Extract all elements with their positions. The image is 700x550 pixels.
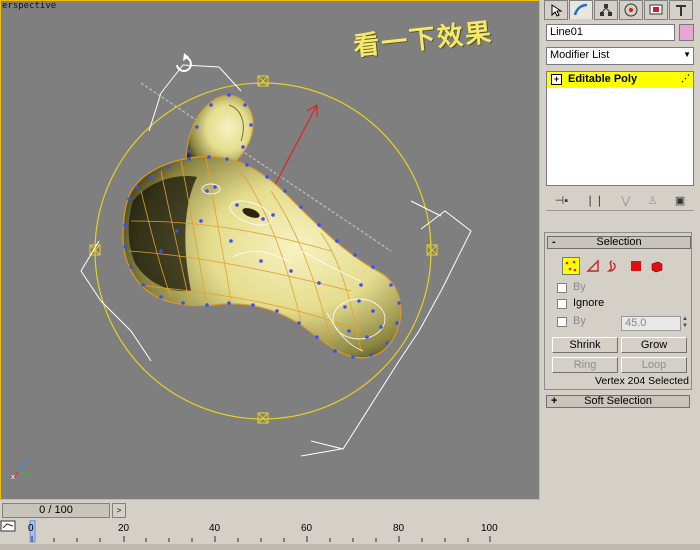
viewport-scene[interactable]: x (1, 1, 540, 500)
status-strip (0, 544, 700, 550)
mini-curve-editor-icon[interactable] (0, 520, 20, 534)
ignore-backfacing-label: Ignore (573, 297, 605, 309)
soft-selection-title: Soft Selection (584, 395, 652, 407)
by-vertex-checkbox[interactable] (557, 283, 567, 293)
svg-text:x: x (11, 473, 15, 481)
border-icon (606, 260, 616, 272)
track-bar[interactable]: 0 20 40 60 80 100 (24, 520, 540, 544)
tick-label: 0 (28, 523, 34, 534)
shrink-button[interactable]: Shrink (552, 337, 618, 353)
motion-icon (624, 3, 638, 17)
soft-selection-rollout-header[interactable]: + Soft Selection (546, 395, 690, 408)
grow-button[interactable]: Grow (621, 337, 687, 353)
chevron-down-icon: ▼ (683, 50, 691, 59)
hierarchy-tab[interactable] (594, 0, 618, 20)
object-color-swatch[interactable] (679, 24, 694, 41)
by-angle-checkbox[interactable] (557, 317, 567, 327)
modifier-list-label: Modifier List (550, 49, 610, 61)
selection-status: Vertex 204 Selected (595, 375, 689, 387)
tick-label: 40 (209, 523, 221, 534)
utilities-icon (676, 5, 686, 16)
show-end-result-icon[interactable]: ❘❘ (586, 194, 604, 207)
track-ruler (29, 520, 491, 543)
modify-tab[interactable] (569, 0, 593, 20)
configure-modifier-sets-icon[interactable]: ▣ (675, 194, 685, 207)
loop-button[interactable]: Loop (621, 357, 687, 373)
tick-label: 100 (481, 523, 498, 534)
polygon-icon (631, 261, 641, 271)
modifier-list-dropdown[interactable]: Modifier List ▼ (546, 47, 694, 65)
light-bulb-icon[interactable]: ⋰ (681, 73, 690, 84)
create-icon (551, 4, 563, 17)
expand-icon[interactable]: + (551, 73, 562, 85)
ring-button[interactable]: Ring (552, 357, 618, 373)
utilities-tab[interactable] (669, 0, 693, 20)
selection-rollout-header[interactable]: - Selection (547, 236, 691, 249)
rotate-cursor-icon (176, 53, 192, 72)
next-frame-button[interactable]: > (112, 503, 126, 518)
edge-icon (586, 259, 599, 272)
time-slider[interactable]: 0 / 100 (2, 503, 110, 518)
object-name-field[interactable]: Line01 (546, 24, 675, 41)
tick-label: 20 (118, 523, 130, 534)
stack-item-editable-poly[interactable]: + Editable Poly ⋰ (547, 72, 693, 88)
display-tab[interactable] (644, 0, 668, 20)
axis-tripod-icon: x (11, 458, 30, 481)
create-tab[interactable] (544, 0, 568, 20)
modify-icon (573, 3, 588, 16)
vertex-subobject-button[interactable] (562, 257, 580, 275)
by-angle-label: By (573, 315, 586, 327)
timeline: 0 / 100 > 0 20 40 60 80 100 (0, 500, 540, 550)
horse-head-model[interactable] (122, 93, 402, 359)
vertex-icon (565, 260, 577, 272)
by-vertex-label: By (573, 281, 586, 293)
remove-modifier-icon[interactable]: ♙ (648, 194, 658, 207)
hierarchy-icon (600, 4, 612, 16)
polygon-subobject-button[interactable] (627, 257, 645, 275)
angle-spinner[interactable]: ▲ ▼ (682, 316, 690, 331)
modifier-stack[interactable]: + Editable Poly ⋰ (546, 71, 694, 186)
angle-input[interactable]: 45.0 (621, 316, 681, 331)
selection-rollout: - Selection By Ignore By 45.0 ▲ ▼ Shrink… (544, 232, 692, 390)
tick-label: 80 (393, 523, 405, 534)
display-icon (649, 4, 663, 15)
rollout-area: - Selection By Ignore By 45.0 ▲ ▼ Shrink… (540, 228, 700, 550)
tick-label: 60 (301, 523, 313, 534)
border-subobject-button[interactable] (603, 257, 621, 275)
perspective-viewport[interactable]: x erspective 看一下效果 (0, 0, 540, 500)
ignore-backfacing-checkbox[interactable] (557, 299, 567, 309)
element-subobject-button[interactable] (648, 257, 666, 275)
move-gizmo-axis (268, 104, 318, 197)
element-icon (651, 261, 663, 273)
stack-toolbar: ⊣▪ ❘❘ ⋁ ♙ ▣ (546, 190, 694, 211)
motion-tab[interactable] (619, 0, 643, 20)
make-unique-icon[interactable]: ⋁ (621, 194, 630, 207)
viewport-label[interactable]: erspective (2, 1, 56, 11)
command-panel: Line01 Modifier List ▼ + Editable Poly ⋰ … (540, 0, 700, 550)
selection-rollout-title: Selection (596, 236, 642, 248)
pin-stack-icon[interactable]: ⊣▪ (555, 194, 568, 207)
edge-subobject-button[interactable] (584, 257, 602, 275)
stack-item-label: Editable Poly (568, 73, 638, 85)
